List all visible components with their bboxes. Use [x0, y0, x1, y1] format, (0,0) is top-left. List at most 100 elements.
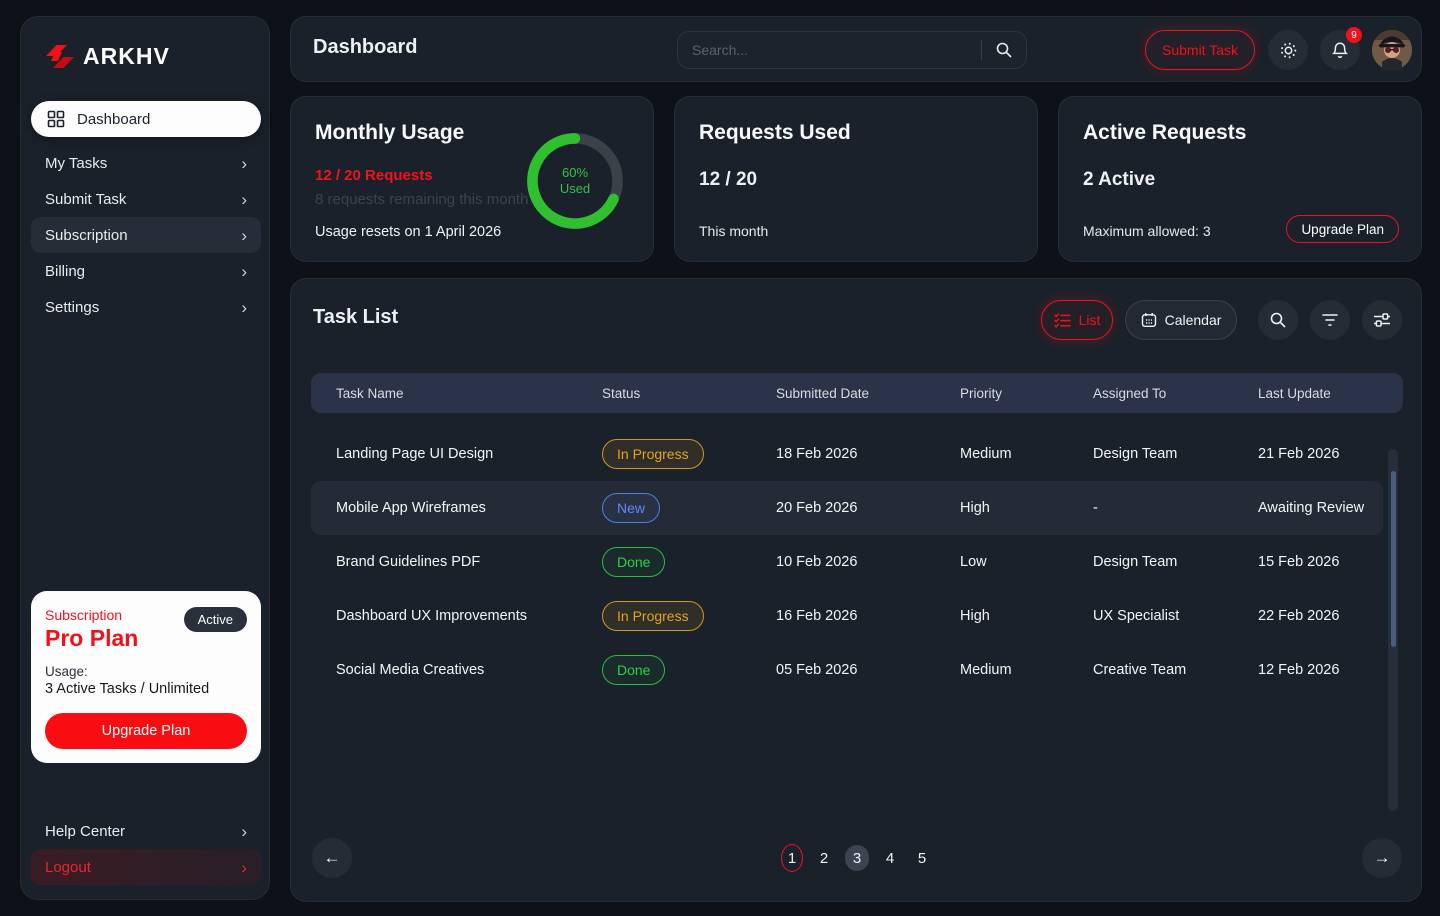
sidebar-item-label: Dashboard: [77, 111, 150, 128]
upgrade-plan-button[interactable]: Upgrade Plan: [45, 713, 247, 749]
search-button[interactable]: [982, 32, 1026, 68]
table-search-button[interactable]: [1258, 300, 1298, 340]
upgrade-plan-button[interactable]: Upgrade Plan: [1286, 215, 1399, 243]
page-button-4[interactable]: 4: [879, 845, 901, 871]
sidebar-item-label: Billing: [45, 263, 85, 280]
chevron-right-icon: ›: [241, 155, 247, 172]
avatar[interactable]: [1372, 30, 1412, 70]
usage-donut-chart: 60% Used: [523, 129, 627, 233]
grid-icon: [47, 110, 65, 128]
table-row[interactable]: Brand Guidelines PDF Done 10 Feb 2026 Lo…: [311, 535, 1403, 589]
chevron-right-icon: ›: [241, 299, 247, 316]
cell-task-name: Mobile App Wireframes: [311, 500, 577, 516]
card-title: Active Requests: [1083, 121, 1397, 145]
app-root: ARKHV Dashboard My Tasks › Submit Task ›: [0, 0, 1440, 916]
cell-task-name: Landing Page UI Design: [311, 446, 577, 462]
column-header-last-update: Last Update: [1233, 386, 1403, 401]
next-page-button[interactable]: →: [1362, 838, 1402, 878]
cell-task-name: Social Media Creatives: [311, 662, 577, 678]
sidebar-item-label: My Tasks: [45, 155, 107, 172]
bell-icon: [1331, 41, 1349, 60]
status-badge: In Progress: [602, 601, 704, 631]
search-icon: [1269, 311, 1287, 329]
sidebar-item-dashboard[interactable]: Dashboard: [31, 101, 261, 137]
list-view-button[interactable]: List: [1041, 300, 1113, 340]
settings-sliders-button[interactable]: [1362, 300, 1402, 340]
chevron-right-icon: ›: [241, 191, 247, 208]
calendar-view-button[interactable]: Calendar: [1125, 300, 1237, 340]
theme-toggle-button[interactable]: [1268, 30, 1308, 70]
cell-last-update: 21 Feb 2026: [1233, 446, 1403, 462]
search-bar: [677, 31, 1027, 69]
table-body: Landing Page UI Design In Progress 18 Fe…: [311, 427, 1403, 697]
table-scrollbar[interactable]: [1388, 449, 1398, 811]
cell-task-name: Brand Guidelines PDF: [311, 554, 577, 570]
logo-mark-icon: [43, 43, 77, 70]
table-row[interactable]: Social Media Creatives Done 05 Feb 2026 …: [311, 643, 1403, 697]
cell-assigned: UX Specialist: [1068, 608, 1233, 624]
cell-last-update: 12 Feb 2026: [1233, 662, 1403, 678]
sidebar-item-label: Logout: [45, 859, 91, 876]
topbar: Dashboard Submit Task: [290, 16, 1422, 82]
cell-date: 18 Feb 2026: [751, 446, 935, 462]
notification-count-badge: 9: [1346, 27, 1362, 43]
page-button-1[interactable]: 1: [781, 844, 803, 872]
table-row[interactable]: Mobile App Wireframes New 20 Feb 2026 Hi…: [311, 481, 1383, 535]
sidebar-nav: My Tasks › Submit Task › Subscription › …: [31, 145, 261, 325]
status-badge: Done: [602, 547, 665, 577]
requests-used-subtitle: This month: [699, 223, 768, 239]
status-badge: New: [602, 493, 660, 523]
sidebar-footer: Help Center › Logout ›: [31, 813, 261, 885]
sidebar-item-help-center[interactable]: Help Center ›: [31, 813, 261, 849]
sidebar-item-settings[interactable]: Settings ›: [31, 289, 261, 325]
cell-priority: High: [935, 608, 1068, 624]
sidebar-item-label: Help Center: [45, 823, 125, 840]
table-row[interactable]: Dashboard UX Improvements In Progress 16…: [311, 589, 1403, 643]
column-header-status: Status: [577, 386, 751, 401]
cell-date: 05 Feb 2026: [751, 662, 935, 678]
calendar-view-label: Calendar: [1165, 312, 1222, 328]
page-button-2[interactable]: 2: [813, 845, 835, 871]
sidebar-item-subscription[interactable]: Subscription ›: [31, 217, 261, 253]
sidebar-item-my-tasks[interactable]: My Tasks ›: [31, 145, 261, 181]
list-view-label: List: [1079, 312, 1101, 328]
cell-last-update: 22 Feb 2026: [1233, 608, 1403, 624]
sliders-icon: [1373, 312, 1391, 328]
scrollbar-thumb[interactable]: [1391, 471, 1396, 647]
card-title: Requests Used: [699, 121, 1013, 145]
cell-last-update: 15 Feb 2026: [1233, 554, 1403, 570]
cell-priority: High: [935, 500, 1068, 516]
cell-date: 10 Feb 2026: [751, 554, 935, 570]
submit-task-button[interactable]: Submit Task: [1145, 30, 1255, 70]
search-input[interactable]: [678, 42, 981, 58]
sidebar: ARKHV Dashboard My Tasks › Submit Task ›: [20, 16, 270, 900]
brand-logo: ARKHV: [21, 17, 269, 70]
active-requests-card: Active Requests 2 Active Maximum allowed…: [1058, 96, 1422, 262]
donut-caption: Used: [560, 181, 590, 197]
page-button-5[interactable]: 5: [911, 845, 933, 871]
list-icon: [1054, 313, 1071, 328]
sidebar-item-submit-task[interactable]: Submit Task ›: [31, 181, 261, 217]
page-button-3[interactable]: 3: [845, 845, 869, 871]
chevron-right-icon: ›: [241, 227, 247, 244]
sidebar-item-billing[interactable]: Billing ›: [31, 253, 261, 289]
status-badge: In Progress: [602, 439, 704, 469]
cell-priority: Medium: [935, 662, 1068, 678]
monthly-usage-card: Monthly Usage 12 / 20 Requests 8 request…: [290, 96, 654, 262]
cell-assigned: Design Team: [1068, 446, 1233, 462]
sun-icon: [1279, 41, 1298, 60]
sidebar-item-logout[interactable]: Logout ›: [31, 849, 261, 885]
filter-button[interactable]: [1310, 300, 1350, 340]
cell-assigned: -: [1068, 500, 1233, 516]
column-header-submitted-date: Submitted Date: [751, 386, 935, 401]
cell-date: 16 Feb 2026: [751, 608, 935, 624]
notifications-button[interactable]: 9: [1320, 30, 1360, 70]
sidebar-item-label: Subscription: [45, 227, 128, 244]
subscription-card: Subscription Active Pro Plan Usage: 3 Ac…: [31, 591, 261, 763]
column-header-assigned-to: Assigned To: [1068, 386, 1233, 401]
table-row[interactable]: Landing Page UI Design In Progress 18 Fe…: [311, 427, 1403, 481]
column-header-priority: Priority: [935, 386, 1068, 401]
cell-assigned: Creative Team: [1068, 662, 1233, 678]
donut-percent: 60%: [562, 165, 588, 181]
brand-name: ARKHV: [83, 43, 170, 70]
